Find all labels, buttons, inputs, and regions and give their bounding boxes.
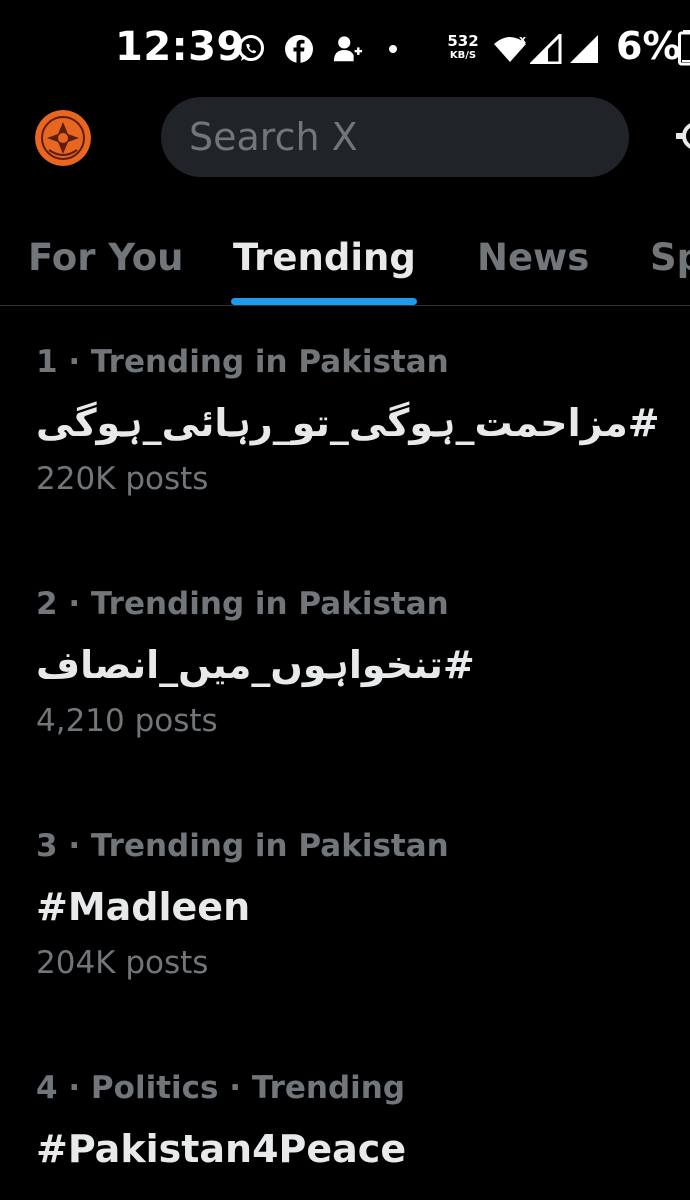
status-bar: 12:39 532 KB/S x 6% (0, 0, 690, 96)
trend-item[interactable]: 4 · Politics · Trending #Pakistan4Peace (36, 1068, 656, 1200)
trend-meta: 2 · Trending in Pakistan (36, 586, 449, 622)
trend-name: #مزاحمت_ہوگی_تو_رہائی_ہوگی (36, 401, 660, 445)
tab-news[interactable]: News (477, 236, 589, 279)
search-placeholder: Search X (189, 115, 358, 159)
trend-name: #Pakistan4Peace (36, 1127, 407, 1171)
trend-item[interactable]: 1 · Trending in Pakistan #مزاحمت_ہوگی_تو… (36, 342, 660, 500)
trend-item[interactable]: 2 · Trending in Pakistan #تنخواہوں_میں_ا… (36, 584, 656, 742)
tab-for-you[interactable]: For You (28, 236, 183, 279)
tab-sports[interactable]: Sp (650, 236, 690, 279)
signal-icon-2 (568, 34, 602, 64)
trend-meta: 1 · Trending in Pakistan (36, 344, 449, 380)
signal-icon (530, 34, 564, 64)
tab-trending[interactable]: Trending (233, 236, 416, 279)
search-input[interactable]: Search X (161, 97, 629, 177)
trend-post-count: 220K posts (36, 461, 209, 497)
trend-name: #تنخواہوں_میں_انصاف (36, 643, 475, 687)
status-time: 12:39 (115, 24, 245, 70)
dot-icon (378, 34, 408, 64)
battery-percent: 6% (616, 24, 681, 68)
facebook-icon (284, 34, 314, 64)
trend-meta: 3 · Trending in Pakistan (36, 828, 449, 864)
explore-tabs: For You Trending News Sp (0, 206, 690, 306)
network-speed: 532 KB/S (447, 32, 479, 61)
add-person-icon (333, 34, 363, 64)
profile-avatar[interactable] (35, 110, 91, 166)
trend-post-count: 4,210 posts (36, 703, 218, 739)
svg-text:x: x (519, 34, 526, 46)
trend-meta: 4 · Politics · Trending (36, 1070, 406, 1106)
whatsapp-icon (236, 34, 266, 64)
trend-name: #Madleen (36, 885, 251, 929)
settings-gear-icon[interactable] (672, 112, 690, 160)
x-explore-screen: 12:39 532 KB/S x 6% Search X For You Tre… (0, 0, 690, 1200)
wifi-icon: x (492, 34, 528, 64)
trend-post-count (36, 1184, 656, 1200)
trend-item[interactable]: 3 · Trending in Pakistan #Madleen 204K p… (36, 826, 656, 984)
active-tab-indicator (231, 298, 417, 305)
battery-icon (678, 30, 690, 66)
trend-post-count: 204K posts (36, 945, 209, 981)
